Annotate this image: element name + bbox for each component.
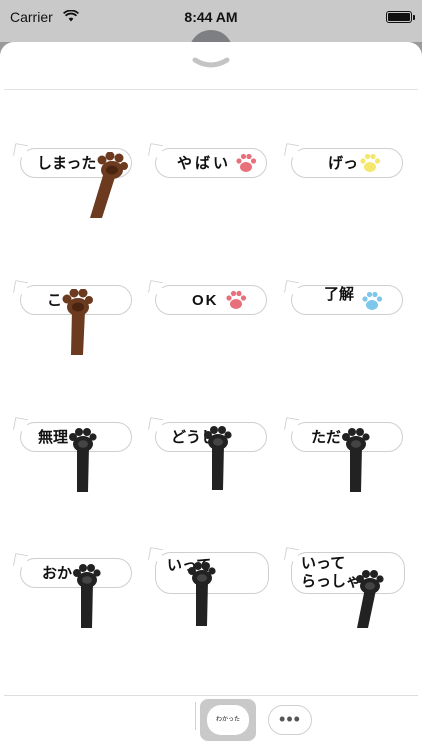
sticker-muri[interactable]: 無理 [20,422,140,502]
sticker-text: 無理 [38,429,69,446]
sticker-text: 了解 [324,286,355,303]
more-apps-button[interactable]: ••• [268,705,312,735]
sticker-shimatta[interactable]: しまった [20,148,140,228]
tray-separator [195,702,196,730]
sticker-ok[interactable]: OK [155,285,275,365]
sticker-text: おか [42,565,73,582]
sticker-okaeri[interactable]: おか [20,558,140,638]
app-thumbnail-label: わかった [207,705,249,735]
battery-tip [413,15,415,20]
sticker-itte[interactable]: いって [155,552,275,632]
sticker-text: ただ [311,429,342,446]
sticker-tada[interactable]: ただ [291,422,411,502]
sticker-app-icon[interactable]: わかった [200,699,256,741]
sticker-ge[interactable]: げっ [291,148,411,228]
drawer-divider [4,89,418,90]
clock: 8:44 AM [184,9,238,25]
black-paw-arm-icon [69,428,97,492]
collapse-chevron-icon[interactable] [191,56,231,75]
sticker-ryoukai[interactable]: 了解 [291,285,411,365]
battery-icon [386,11,412,23]
sticker-yabai[interactable]: やばい [155,148,275,228]
pink-paw-icon [226,290,247,309]
black-paw-arm-icon [204,426,232,490]
sticker-text-line1: いって [301,555,346,572]
pink-paw-icon [236,153,257,172]
sticker-ko[interactable]: こ [20,285,140,365]
sticker-text: やばい [177,155,232,172]
blue-paw-icon [362,291,383,310]
sticker-doushi[interactable]: どうし [155,422,275,502]
brown-paw-arm-icon [62,289,93,355]
sticker-itterasshai[interactable]: いって らっしゃ [291,552,411,632]
sticker-text: OK [192,292,219,309]
black-paw-arm-icon [342,428,370,492]
brown-paw-arm-icon [90,152,128,218]
tray-divider [4,695,418,696]
sticker-text: げっ [328,155,359,172]
black-paw-arm-icon [188,562,216,626]
yellow-paw-icon [360,153,381,172]
black-paw-arm-icon [73,564,101,628]
black-paw-arm-icon [356,570,384,628]
